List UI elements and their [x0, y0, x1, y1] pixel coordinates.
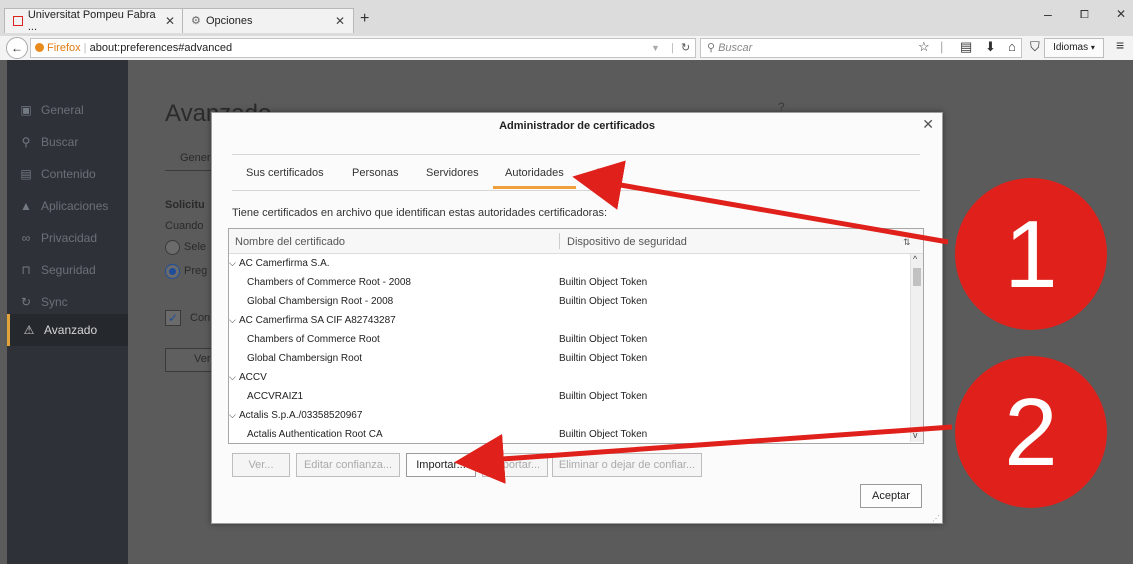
arrow-to-authorities-tab: [572, 160, 949, 245]
annotation-number: 2: [1004, 379, 1058, 486]
annotation-circle-1: 1: [955, 178, 1107, 330]
arrow-to-import-button: [454, 424, 953, 484]
annotation-number: 1: [1004, 201, 1058, 308]
annotation-circle-2: 2: [955, 356, 1107, 508]
